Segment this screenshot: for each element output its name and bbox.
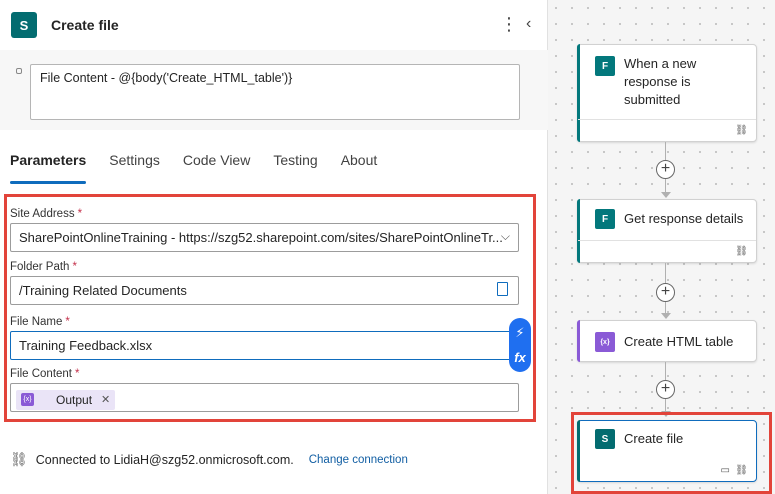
data-operation-icon: {x} — [595, 332, 615, 352]
comment-icon — [16, 68, 22, 74]
parameters-highlight — [4, 194, 536, 422]
more-options-icon[interactable]: ⋮ — [500, 14, 518, 34]
lightning-icon[interactable]: ⚡ — [515, 325, 524, 341]
card-footer: ⛓ — [578, 119, 756, 141]
flow-canvas[interactable]: F When a new response is submitted ⛓ + F… — [548, 0, 775, 494]
arrow-down-icon — [661, 192, 671, 198]
panel-header: S Create file ⋮ ‹ — [0, 0, 548, 50]
panel-title: Create file — [51, 17, 119, 33]
forms-icon: F — [595, 56, 615, 76]
tab-about[interactable]: About — [341, 152, 378, 184]
card-accent — [577, 320, 580, 362]
create-file-highlight — [571, 412, 772, 494]
flow-step-trigger[interactable]: F When a new response is submitted ⛓ — [577, 44, 757, 142]
flow-step-create-html-table[interactable]: {x} Create HTML table — [577, 320, 757, 362]
add-step-button[interactable]: + — [656, 380, 675, 399]
forms-icon: F — [595, 209, 615, 229]
tab-code-view[interactable]: Code View — [183, 152, 250, 184]
description-area: File Content - @{body('Create_HTML_table… — [0, 50, 548, 130]
description-input[interactable]: File Content - @{body('Create_HTML_table… — [30, 64, 520, 120]
tab-parameters[interactable]: Parameters — [10, 152, 87, 184]
expression-icon[interactable]: fx — [514, 350, 526, 365]
connection-row: ⛓ Connected to LidiaH@szg52.onmicrosoft.… — [10, 451, 408, 468]
step-title: When a new response is submitted — [624, 56, 697, 107]
dynamic-content-pill: ⚡ fx — [509, 318, 531, 372]
link-icon: ⛓ — [735, 125, 748, 136]
change-connection-link[interactable]: Change connection — [309, 454, 408, 466]
sharepoint-icon: S — [11, 12, 37, 38]
card-footer: ⛓ — [578, 240, 756, 262]
add-step-button[interactable]: + — [656, 160, 675, 179]
link-icon: ⛓ — [735, 246, 748, 257]
tab-settings[interactable]: Settings — [109, 152, 160, 184]
arrow-down-icon — [661, 313, 671, 319]
action-config-panel: S Create file ⋮ ‹ File Content - @{body(… — [0, 0, 548, 494]
panel-tabs: Parameters Settings Code View Testing Ab… — [10, 152, 400, 186]
flow-step-get-response[interactable]: F Get response details ⛓ — [577, 199, 757, 263]
step-title: Create HTML table — [624, 334, 734, 349]
step-title: Get response details — [624, 211, 744, 226]
tab-testing[interactable]: Testing — [273, 152, 317, 184]
collapse-panel-icon[interactable]: ‹ — [526, 14, 531, 34]
connection-text: Connected to LidiaH@szg52.onmicrosoft.co… — [35, 452, 294, 467]
link-icon: ⛓ — [10, 451, 28, 467]
add-step-button[interactable]: + — [656, 283, 675, 302]
